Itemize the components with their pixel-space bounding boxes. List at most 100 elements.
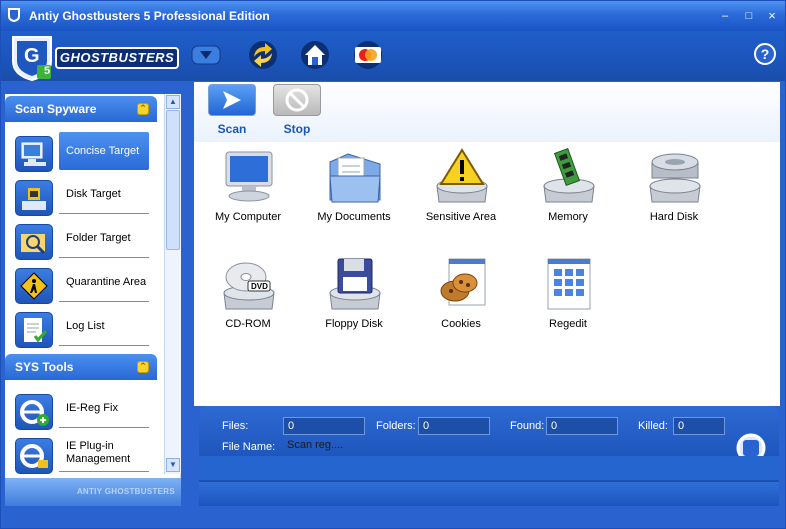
dropdown-icon: [191, 45, 221, 65]
my-documents-icon: [329, 153, 381, 203]
collapse-icon[interactable]: ⌃: [137, 103, 149, 115]
ie-add-icon: [15, 394, 53, 430]
sidebar-item-log-list[interactable]: Log List: [15, 308, 155, 350]
target-regedit[interactable]: Regedit: [516, 255, 620, 355]
target-floppy-disk[interactable]: Floppy Disk: [302, 255, 406, 355]
sidebar-item-label: IE Plug-in Management: [59, 434, 149, 472]
sidebar-item-quarantine-area[interactable]: Quarantine Area: [15, 264, 155, 306]
sidebar-item-label: Log List: [59, 308, 149, 346]
sidebar-item-disk-target[interactable]: Disk Target: [15, 176, 155, 218]
target-label: Sensitive Area: [425, 211, 497, 223]
home-button[interactable]: [298, 39, 332, 71]
scrollbar-thumb[interactable]: [166, 110, 180, 250]
target-label: Regedit: [549, 318, 587, 330]
sidebar: Scan Spyware ⌃ Concise Target Disk Targe…: [5, 94, 181, 506]
folders-count: 0: [418, 417, 490, 435]
target-label: My Documents: [317, 211, 391, 223]
caution-sign-icon: [15, 268, 53, 304]
logo-wordmark: GHOSTBUSTERS: [55, 47, 179, 69]
target-my-computer[interactable]: My Computer: [196, 148, 300, 248]
dropdown-button[interactable]: [189, 39, 223, 71]
killed-count: 0: [673, 417, 725, 435]
target-label: Cookies: [441, 318, 481, 330]
section-title: Scan Spyware: [15, 102, 97, 116]
target-label: Floppy Disk: [325, 318, 383, 330]
window-title: Antiy Ghostbusters 5 Professional Editio…: [29, 9, 270, 23]
close-button[interactable]: ×: [764, 8, 780, 24]
cookies-icon: [440, 258, 486, 306]
target-label: Memory: [548, 211, 588, 223]
sidebar-item-ie-reg-fix[interactable]: IE-Reg Fix: [15, 390, 155, 432]
main-toolbar: G 5 GHOSTBUSTERS ?: [1, 31, 785, 81]
app-shield-icon: [8, 8, 20, 22]
minimize-button[interactable]: –: [717, 8, 733, 24]
scan-status-panel: Files: 0 Folders: 0 Found: 0 Killed: 0 F…: [199, 406, 779, 506]
sidebar-scrollbar[interactable]: ▲ ▼: [164, 94, 181, 474]
computer-icon: [15, 136, 53, 172]
title-bar[interactable]: Antiy Ghostbusters 5 Professional Editio…: [1, 1, 785, 31]
sensitive-area-icon: [436, 148, 488, 203]
mastercard-icon: [354, 41, 382, 69]
disk-target-icon: [15, 180, 53, 216]
scroll-down-icon[interactable]: ▼: [166, 458, 180, 472]
help-button[interactable]: ?: [754, 43, 776, 65]
section-header-scan-spyware[interactable]: Scan Spyware ⌃: [5, 96, 157, 122]
sidebar-item-label: Concise Target: [59, 132, 149, 170]
svg-text:G: G: [24, 45, 40, 67]
sidebar-item-ie-plugin-management[interactable]: IE Plug-in Management: [15, 434, 155, 476]
section-title: SYS Tools: [15, 360, 74, 374]
hard-disk-icon: [649, 153, 701, 203]
update-icon: [249, 41, 277, 69]
sidebar-item-label: Folder Target: [59, 220, 149, 258]
stop-button[interactable]: [273, 84, 321, 116]
cd-rom-icon: DVD: [223, 262, 275, 310]
target-cd-rom[interactable]: DVD CD-ROM: [196, 255, 300, 355]
app-window: Antiy Ghostbusters 5 Professional Editio…: [0, 0, 786, 529]
scan-label: Scan: [217, 122, 247, 136]
target-my-documents[interactable]: My Documents: [302, 148, 406, 248]
home-icon: [301, 41, 329, 69]
target-label: Hard Disk: [649, 211, 699, 223]
main-panel: Scan Stop My Computer My Documents Sensi…: [194, 82, 780, 406]
collapse-icon[interactable]: ⌃: [137, 361, 149, 373]
ie-plugin-icon: [15, 438, 53, 474]
sidebar-item-folder-target[interactable]: Folder Target: [15, 220, 155, 262]
sidebar-item-concise-target[interactable]: Concise Target: [15, 132, 155, 174]
found-label: Found:: [510, 420, 545, 432]
bottom-strip: [1, 506, 785, 528]
target-label: My Computer: [214, 211, 282, 223]
target-memory[interactable]: Memory: [516, 148, 620, 248]
file-name-value: Scan reg....: [287, 439, 344, 451]
file-name-label: File Name:: [222, 441, 276, 453]
sidebar-item-label: Quarantine Area: [59, 264, 149, 302]
update-button[interactable]: [246, 39, 280, 71]
folder-search-icon: [15, 224, 53, 260]
footer-brand: ANTIY GHOSTBUSTERS: [76, 487, 175, 496]
folders-label: Folders:: [376, 420, 416, 432]
regedit-icon: [547, 258, 591, 310]
target-cookies[interactable]: Cookies: [409, 255, 513, 355]
logo-badge: 5: [43, 65, 51, 77]
maximize-button[interactable]: □: [741, 8, 757, 24]
target-label: CD-ROM: [225, 318, 271, 330]
sidebar-item-label: Disk Target: [59, 176, 149, 214]
status-band: [199, 456, 779, 480]
my-computer-icon: [225, 151, 273, 202]
log-checklist-icon: [15, 312, 53, 348]
files-label: Files:: [222, 420, 249, 432]
target-hard-disk[interactable]: Hard Disk: [622, 148, 726, 248]
sidebar-footer: ANTIY GHOSTBUSTERS: [5, 478, 181, 506]
sidebar-item-label: IE-Reg Fix: [59, 390, 149, 428]
found-count: 0: [546, 417, 618, 435]
stop-icon: [285, 88, 309, 112]
purchase-button[interactable]: [351, 39, 385, 71]
floppy-disk-icon: [329, 258, 381, 310]
scan-button[interactable]: [208, 84, 256, 116]
target-sensitive-area[interactable]: Sensitive Area: [409, 148, 513, 248]
scroll-up-icon[interactable]: ▲: [166, 95, 180, 109]
files-count: 0: [283, 417, 365, 435]
section-header-sys-tools[interactable]: SYS Tools ⌃: [5, 354, 157, 380]
dvd-text: DVD: [251, 282, 268, 291]
killed-label: Killed:: [638, 420, 668, 432]
play-icon: [223, 91, 241, 109]
